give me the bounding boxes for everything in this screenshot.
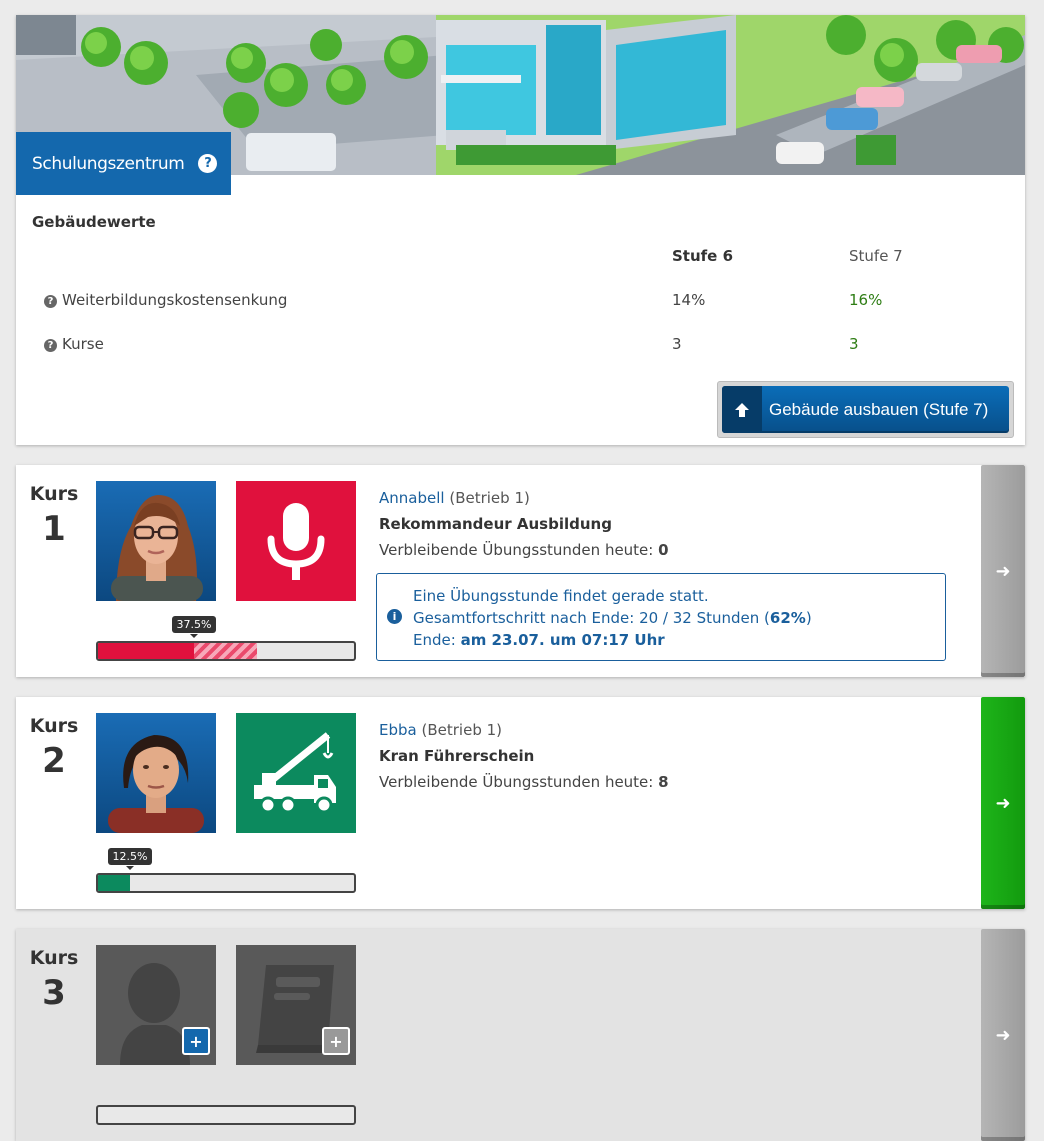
- arrow-up-icon: [722, 386, 762, 433]
- employee-avatar[interactable]: [96, 481, 216, 601]
- question-icon[interactable]: ?: [44, 339, 57, 352]
- column-next-level: Stufe 7: [849, 247, 903, 265]
- progress-fill: [98, 643, 194, 659]
- course-number: 3: [42, 973, 66, 1013]
- add-course-plus-icon[interactable]: +: [322, 1027, 350, 1055]
- status-line-2: Gesamtfortschritt nach Ende: 20 / 32 Stu…: [413, 609, 812, 627]
- microphone-icon: [267, 503, 325, 580]
- course-progress-bar: [96, 873, 356, 893]
- course-card: Kurs 1 37.5% Annabell (Betrieb 1) Rekomm…: [16, 465, 1025, 677]
- row-label: Weiterbildungskostensenkung: [62, 291, 288, 309]
- course-progress-bar: [96, 641, 356, 661]
- course-info: Annabell (Betrieb 1) Rekommandeur Ausbil…: [379, 485, 669, 563]
- question-circle-icon[interactable]: ?: [198, 154, 218, 173]
- building-panel: Schulungszentrum ? Gebäudewerte Stufe 6 …: [16, 15, 1025, 445]
- arrow-right-icon: ➜: [995, 792, 1011, 814]
- row-current-value: 14%: [672, 291, 706, 309]
- remaining-hours-label: Verbleibende Übungsstunden heute:: [379, 541, 654, 559]
- status-end-time: am 23.07. um 07:17 Uhr: [460, 631, 665, 649]
- course-heading: Kurs: [29, 483, 79, 505]
- table-row: ? Kurse 3 3: [16, 335, 1025, 357]
- remaining-hours-value: 0: [658, 541, 669, 559]
- arrow-right-icon: ➜: [995, 1024, 1011, 1046]
- skill-tile[interactable]: [236, 713, 356, 833]
- course-card: Kurs 2 12.5% Ebba (Betrieb 1) Kran Führe…: [16, 697, 1025, 909]
- course-info: Ebba (Betrieb 1) Kran Führerschein Verbl…: [379, 717, 669, 795]
- add-employee-plus-icon[interactable]: +: [182, 1027, 210, 1055]
- progress-projected-fill: [194, 643, 257, 659]
- building-title-tab: Schulungszentrum ?: [16, 132, 231, 195]
- course-status-box: i Eine Übungsstunde findet gerade statt.…: [376, 573, 946, 661]
- course-heading: Kurs: [29, 947, 79, 969]
- upgrade-building-label: Gebäude ausbauen (Stufe 7): [769, 399, 989, 419]
- course-number: 2: [42, 741, 66, 781]
- course-number: 1: [42, 509, 66, 549]
- remaining-hours-label: Verbleibende Übungsstunden heute:: [379, 773, 654, 791]
- remaining-hours-value: 8: [658, 773, 669, 791]
- add-employee-slot[interactable]: +: [96, 945, 216, 1065]
- row-next-value: 16%: [849, 291, 883, 309]
- course-open-button[interactable]: ➜: [981, 697, 1025, 909]
- employee-plant: (Betrieb 1): [449, 489, 530, 507]
- status-line-1: Eine Übungsstunde findet gerade statt.: [413, 587, 709, 605]
- course-name: Kran Führerschein: [379, 747, 535, 765]
- row-label: Kurse: [62, 335, 104, 353]
- course-heading: Kurs: [29, 715, 79, 737]
- employee-name-link[interactable]: Annabell: [379, 489, 445, 507]
- progress-fill: [98, 875, 130, 891]
- employee-avatar[interactable]: [96, 713, 216, 833]
- employee-plant: (Betrieb 1): [421, 721, 503, 739]
- row-next-value: 3: [849, 335, 859, 353]
- status-line-3: Ende: am 23.07. um 07:17 Uhr: [413, 631, 665, 649]
- course-open-button[interactable]: ➜: [981, 929, 1025, 1141]
- course-progress-bar: [96, 1105, 356, 1125]
- upgrade-button-frame: Gebäude ausbauen (Stufe 7): [717, 381, 1014, 438]
- progress-percent-tooltip: 37.5%: [171, 616, 217, 638]
- info-icon: i: [387, 609, 402, 624]
- add-course-slot[interactable]: +: [236, 945, 356, 1065]
- skill-tile[interactable]: [236, 481, 356, 601]
- arrow-right-icon: ➜: [995, 560, 1011, 582]
- course-card-empty: Kurs 3 + + ➜: [16, 929, 1025, 1141]
- course-name: Rekommandeur Ausbildung: [379, 515, 612, 533]
- question-icon[interactable]: ?: [44, 295, 57, 308]
- table-row: ? Weiterbildungskostensenkung 14% 16%: [16, 291, 1025, 313]
- column-current-level: Stufe 6: [672, 247, 734, 265]
- table-header-row: Stufe 6 Stufe 7: [16, 247, 1025, 269]
- progress-percent-tooltip: 12.5%: [107, 848, 153, 870]
- upgrade-building-button[interactable]: Gebäude ausbauen (Stufe 7): [722, 386, 1009, 433]
- building-values-heading: Gebäudewerte: [32, 213, 156, 231]
- course-open-button[interactable]: ➜: [981, 465, 1025, 677]
- employee-name-link[interactable]: Ebba: [379, 721, 417, 739]
- row-current-value: 3: [672, 335, 682, 353]
- building-title: Schulungszentrum: [32, 153, 185, 174]
- crane-truck-icon: [254, 732, 336, 814]
- status-total-percent: 62%: [769, 609, 806, 627]
